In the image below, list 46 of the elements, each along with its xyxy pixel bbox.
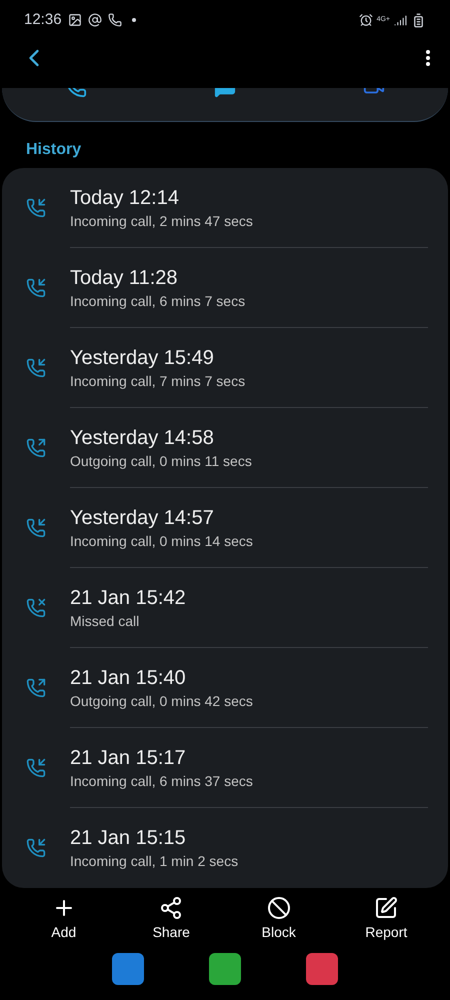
call-detail: Incoming call, 7 mins 7 secs <box>70 372 246 390</box>
more-options-button[interactable] <box>426 50 430 66</box>
call-detail: Incoming call, 0 mins 14 secs <box>70 532 254 550</box>
signal-icon <box>394 14 407 26</box>
share-icon <box>159 896 184 920</box>
at-sign-icon <box>88 13 102 27</box>
gallery-icon <box>68 13 82 27</box>
call-time: Yesterday 14:57 <box>70 506 215 530</box>
call-detail: Incoming call, 2 mins 47 secs <box>70 212 254 230</box>
call-detail: Missed call <box>70 612 140 630</box>
call-time: Today 11:28 <box>70 266 178 290</box>
block-button[interactable]: Block <box>238 896 319 943</box>
outgoing-call-icon <box>26 438 46 458</box>
incoming-call-icon <box>26 518 46 538</box>
call-time: 21 Jan 15:40 <box>70 666 187 690</box>
report-button[interactable]: Report <box>346 896 426 943</box>
call-time: Yesterday 14:58 <box>70 426 215 450</box>
call-time: Today 12:14 <box>70 186 180 210</box>
add-button[interactable]: Add <box>24 896 104 943</box>
app-icon[interactable] <box>306 953 338 985</box>
incoming-call-icon <box>26 838 46 858</box>
call-detail: Outgoing call, 0 mins 11 secs <box>70 452 253 470</box>
call-time: 21 Jan 15:42 <box>70 586 187 610</box>
call-time: Yesterday 15:49 <box>70 346 215 370</box>
call-detail: Incoming call, 6 mins 7 secs <box>70 292 246 310</box>
battery-icon <box>411 12 426 28</box>
missed-call-icon <box>26 598 46 618</box>
call-detail: Outgoing call, 0 mins 42 secs <box>70 692 254 710</box>
incoming-call-icon <box>26 278 46 298</box>
call-time: 21 Jan 15:17 <box>70 746 187 770</box>
edit-icon <box>374 896 398 920</box>
call-detail: Incoming call, 6 mins 37 secs <box>70 772 254 790</box>
incoming-call-icon <box>26 198 46 218</box>
alarm-icon <box>358 13 373 27</box>
section-title: History <box>25 140 82 160</box>
incoming-call-icon <box>26 758 46 778</box>
more-icon <box>426 50 430 66</box>
incoming-call-icon <box>26 358 46 378</box>
call-time: 21 Jan 15:15 <box>70 826 187 851</box>
share-button[interactable]: Share <box>131 896 212 943</box>
outgoing-call-icon <box>26 678 46 698</box>
status-time: 12:36 <box>24 10 62 30</box>
app-icon[interactable] <box>208 953 241 985</box>
block-icon <box>266 896 291 920</box>
call-detail: Incoming call, 1 min 2 secs <box>70 852 240 871</box>
app-icon[interactable] <box>112 953 144 985</box>
